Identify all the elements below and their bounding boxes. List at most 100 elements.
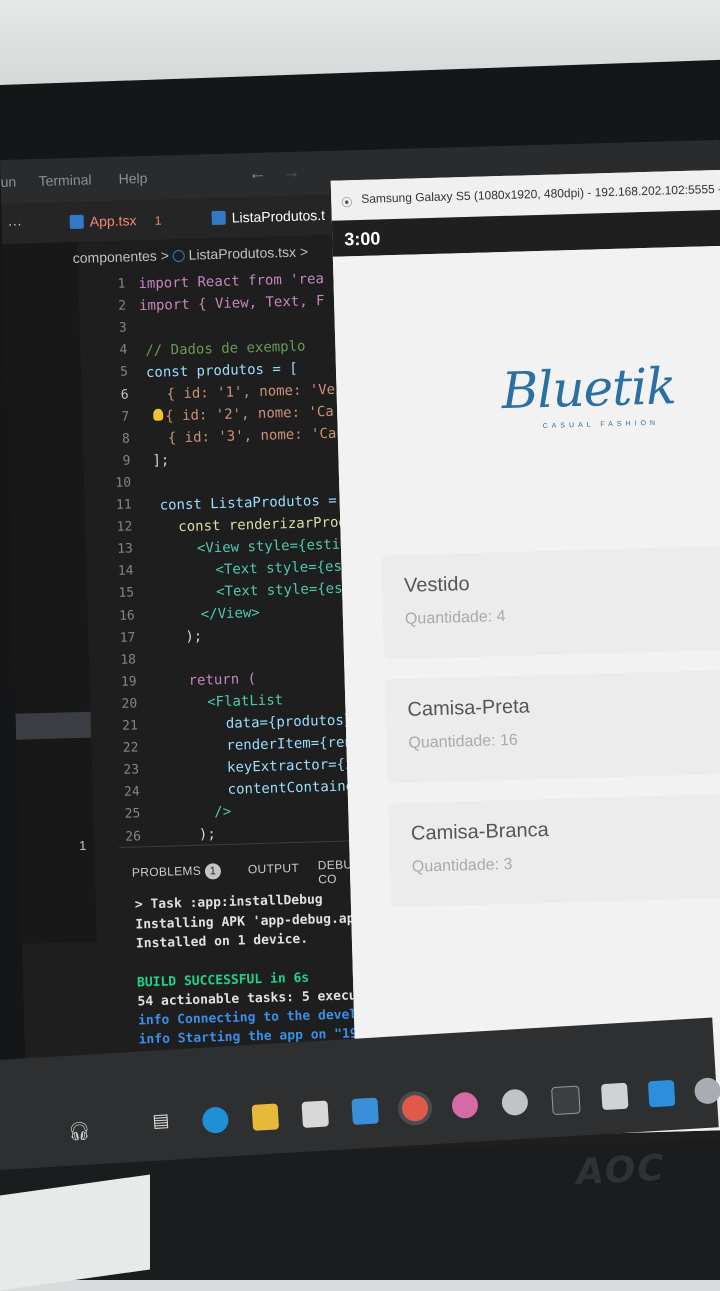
search-icon[interactable]: 🎧︎ — [67, 1121, 91, 1143]
line-number: 6 — [120, 387, 129, 403]
android-emulator-window: ⦿ Samsung Galaxy S5 (1080x1920, 480dpi) … — [330, 169, 720, 1141]
chevron-right-icon: > — [160, 247, 170, 264]
status-time: 3:00 — [344, 228, 381, 250]
breadcrumb-file[interactable]: ListaProdutos.tsx — [188, 244, 296, 263]
line-number: 21 — [121, 718, 139, 734]
code-text: import React from 'rea — [138, 271, 325, 293]
code-text: { id: '2', nome: 'Ca — [165, 403, 334, 425]
tab-problems[interactable]: PROBLEMS 1 — [132, 863, 222, 881]
product-card[interactable]: Camisa-Branca Quantidade: 3 — [388, 793, 720, 908]
code-editor[interactable]: import React from 'rea import { View, Te… — [133, 270, 362, 843]
edge-icon[interactable] — [201, 1106, 230, 1134]
breadcrumb-folder[interactable]: componentes — [73, 248, 157, 266]
breadcrumb: componentes > ListaProdutos.tsx > — [73, 243, 309, 266]
line-number: 2 — [118, 298, 127, 314]
code-text: ); — [185, 628, 203, 646]
line-number: 26 — [125, 828, 142, 845]
code-text: <FlatList — [207, 692, 284, 711]
code-text: <Text style={est — [215, 580, 352, 601]
app-icon[interactable] — [451, 1091, 479, 1120]
line-number: 4 — [119, 342, 128, 359]
code-text: renderItem={rend — [226, 734, 362, 754]
line-number: 25 — [124, 806, 141, 823]
file-explorer-icon[interactable] — [251, 1103, 280, 1131]
line-number: 8 — [121, 431, 131, 447]
line-number: 20 — [121, 696, 138, 712]
problems-badge: 1 — [204, 863, 222, 880]
product-name: Camisa-Branca — [410, 818, 550, 845]
code-text: /> — [214, 803, 232, 821]
brand-logo: Bluetik — [500, 357, 677, 421]
product-quantity: Quantidade: 16 — [408, 731, 519, 752]
sidebar-selected-item[interactable] — [15, 711, 92, 740]
product-quantity: Quantidade: 3 — [411, 855, 513, 876]
menu-run[interactable]: un — [0, 174, 16, 190]
tab-lista-produtos[interactable]: ListaProdutos.t — [231, 207, 325, 226]
more-icon[interactable]: ··· — [8, 215, 22, 231]
terminal-line-text: info Connecting to the developm — [137, 1006, 381, 1029]
code-text: data={produtos} — [225, 712, 353, 732]
terminal-line: Installing APK 'app-debug.apk' — [135, 910, 371, 933]
terminal-icon[interactable] — [551, 1085, 581, 1116]
menu-terminal[interactable]: Terminal — [38, 171, 91, 188]
code-text: return ( — [188, 671, 257, 689]
product-name: Vestido — [403, 573, 470, 597]
code-text: { id: '1', nome: 'Ve — [166, 381, 336, 403]
code-text: { id: '3', nome: 'Ca — [167, 425, 337, 447]
code-text: <Text style={est — [215, 558, 351, 579]
code-text: const renderizarProd — [178, 514, 348, 536]
vscode-icon[interactable] — [647, 1079, 676, 1108]
product-name: Camisa-Preta — [407, 695, 531, 721]
line-number: 1 — [117, 276, 126, 292]
emulator-icon[interactable] — [693, 1077, 720, 1105]
menu-help[interactable]: Help — [118, 170, 147, 187]
emulator-title: Samsung Galaxy S5 (1080x1920, 480dpi) - … — [361, 181, 720, 206]
code-comment: // Dados de exemplo — [145, 338, 306, 360]
line-number: 14 — [117, 563, 134, 580]
react-file-icon — [172, 250, 185, 263]
code-text: const produtos = [ — [145, 360, 298, 382]
task-view-icon[interactable]: ▤ — [152, 1109, 179, 1136]
line-number: 18 — [120, 652, 137, 668]
code-text: keyExtractor={it — [226, 756, 363, 776]
line-number: 22 — [122, 740, 139, 756]
back-arrow-icon[interactable]: ← — [248, 163, 267, 184]
code-text: contentContainer — [227, 778, 363, 798]
chrome-icon[interactable] — [401, 1094, 429, 1123]
code-text: ); — [198, 826, 216, 843]
line-number: 17 — [119, 630, 136, 646]
computer-screen: un Terminal Help ← → ··· App.tsx 1 Lista… — [0, 139, 720, 1160]
line-number: 11 — [115, 497, 132, 513]
lightbulb-icon[interactable] — [153, 408, 164, 421]
editor-tabs: ··· App.tsx 1 ListaProdutos.t — [1, 194, 333, 244]
line-number: 3 — [118, 320, 127, 336]
tab-output[interactable]: OUTPUT — [248, 861, 300, 876]
emulator-icon: ⦿ — [341, 197, 353, 210]
line-number: 24 — [123, 784, 140, 801]
store-icon[interactable] — [301, 1100, 329, 1128]
tab-error-count: 1 — [154, 213, 162, 228]
code-line-1: import React from 'rea — [138, 270, 358, 292]
code-text: <View style={estil — [196, 536, 349, 557]
terminal-output[interactable]: > Task :app:installDebug Installing APK … — [119, 841, 382, 1090]
code-line-4: // Dados de exemplo — [145, 337, 365, 359]
code-text: const ListaProdutos = — [159, 492, 337, 514]
line-number: 7 — [121, 409, 130, 425]
terminal-line: 54 actionable tasks: 5 executed — [137, 987, 381, 1010]
code-text: ]; — [152, 452, 170, 469]
app-screen: Bluetik CASUAL FASHION Vestido Quantidad… — [332, 245, 720, 1141]
product-card[interactable]: Camisa-Preta Quantidade: 16 — [384, 669, 720, 784]
notes-icon[interactable] — [600, 1082, 629, 1111]
product-quantity: Quantidade: 4 — [404, 608, 506, 628]
chevron-right-icon: > — [299, 243, 309, 260]
forward-arrow-icon[interactable]: → — [282, 162, 301, 183]
tab-app-tsx[interactable]: App.tsx — [90, 212, 137, 229]
problems-marker: 1 — [78, 837, 87, 854]
app-icon[interactable] — [501, 1088, 529, 1117]
product-card[interactable]: Vestido Quantidade: 4 — [381, 545, 720, 660]
line-number: 9 — [122, 453, 131, 469]
line-number: 10 — [115, 475, 132, 491]
line-number: 15 — [118, 585, 135, 602]
code-text: import { View, Text, F — [138, 292, 325, 315]
mail-icon[interactable] — [351, 1097, 379, 1125]
